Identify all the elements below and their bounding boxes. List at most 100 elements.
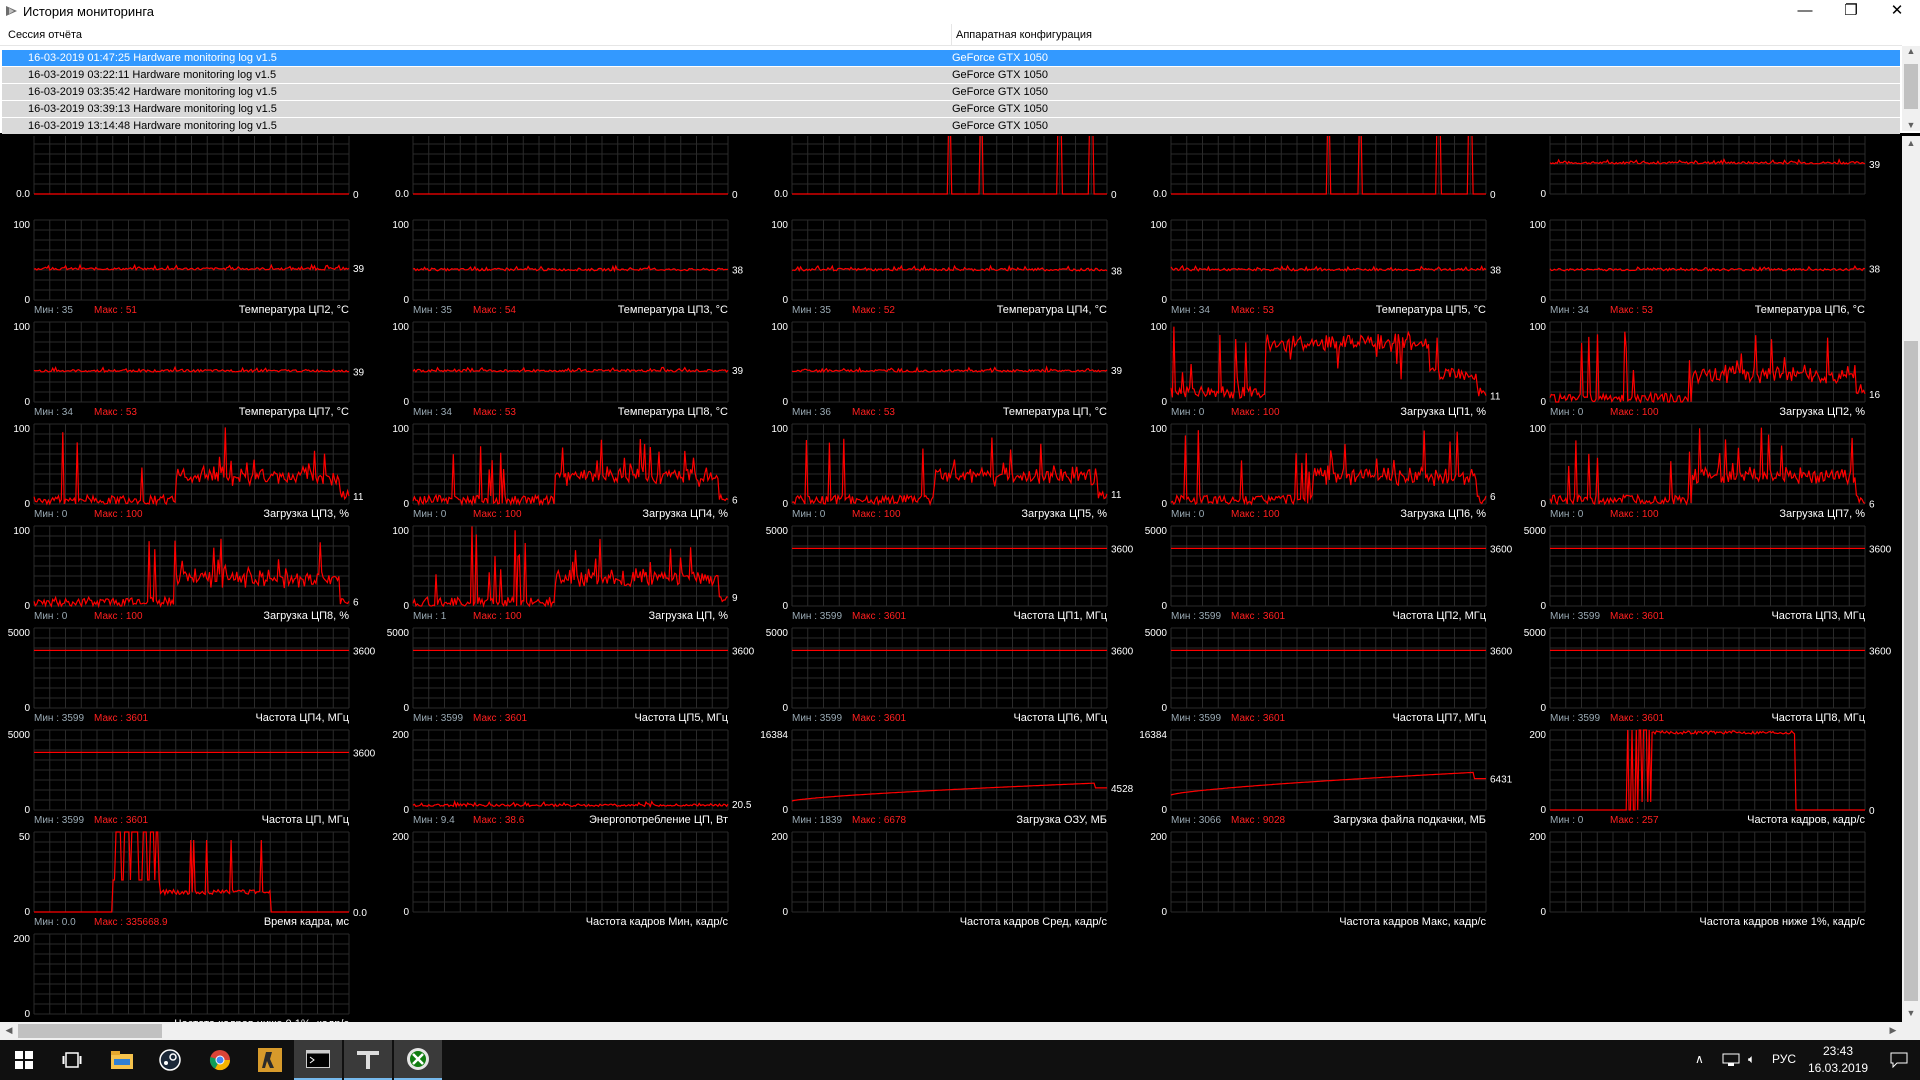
current-value-label: 6431 [1490,775,1513,786]
session-row[interactable]: 16-03-2019 03:22:11 Hardware monitoring … [2,67,1900,83]
notifications-icon[interactable] [1890,1052,1908,1068]
y-axis-top-label: 200 [1150,832,1167,843]
steam-icon[interactable] [146,1040,194,1080]
close-button[interactable]: ✕ [1874,0,1920,22]
scroll-thumb[interactable] [18,1024,162,1038]
session-row[interactable]: 16-03-2019 03:39:13 Hardware monitoring … [2,101,1900,117]
y-axis-top-label: 100 [392,526,409,537]
current-value-label: 3600 [732,646,755,657]
y-axis-bottom-label: 0.0 [16,189,30,200]
y-axis-bottom-label: 0 [1161,397,1167,408]
current-value-label: 6 [732,495,738,506]
graphs-vertical-scrollbar[interactable]: ▲ ▼ [1902,136,1920,1022]
session-row[interactable]: 16-03-2019 01:47:25 Hardware monitoring … [2,50,1900,66]
chrome-icon[interactable] [196,1040,244,1080]
max-label: Макс [852,509,876,520]
graphs-horizontal-scrollbar[interactable]: ◀ ▶ [0,1022,1902,1040]
current-value-label: 0.0 [353,908,367,919]
graph-title: Частота ЦП6, МГц [1013,712,1107,724]
y-axis-bottom-label: 0 [782,601,788,612]
clock[interactable]: 23:43 16.03.2019 [1808,1043,1868,1077]
terminal-icon[interactable] [294,1040,342,1080]
file-explorer-icon[interactable] [98,1040,146,1080]
max-value-label: Макс : 3601 [852,713,907,724]
y-axis-top-label: 200 [392,730,409,741]
max-value-label: Макс : 3601 [1231,713,1286,724]
current-value-label: 6 [1490,492,1496,503]
min-value-label: Мин : 0 [34,509,68,520]
min-value: 34 [1199,305,1211,316]
tool-icon[interactable] [344,1040,392,1080]
y-axis-top-label: 200 [13,934,30,945]
max-label: Макс [1610,713,1634,724]
start-icon[interactable] [0,1040,48,1080]
scroll-down-icon[interactable]: ▼ [1902,1008,1920,1018]
min-value-label: Мин : 36 [792,407,831,418]
graph-title: Температура ЦП7, °C [239,406,349,418]
scroll-left-icon[interactable]: ◀ [0,1025,18,1036]
y-axis-top-label: 16384 [760,730,788,741]
min-label: Мин [792,815,811,826]
graph-title: Частота ЦП3, МГц [1771,610,1865,622]
graph-title: Частота кадров Сред, кадр/с [960,916,1108,928]
scroll-right-icon[interactable]: ▶ [1884,1025,1902,1036]
cs-go-icon[interactable] [246,1040,294,1080]
graph-title: Загрузка ЦП3, % [263,508,349,520]
xbox-icon[interactable] [394,1040,442,1080]
session-list-scrollbar[interactable]: ▲ ▼ [1902,46,1920,131]
column-header-session[interactable]: Сессия отчёта [8,29,82,41]
graph-title: Частота ЦП8, МГц [1771,712,1865,724]
y-axis-bottom-label: 0 [24,499,30,510]
max-value: 9028 [1263,815,1286,826]
maximize-button[interactable]: ❐ [1828,0,1874,22]
y-axis-top-label: 100 [13,526,30,537]
network-icon[interactable] [1722,1053,1740,1067]
scroll-up-icon[interactable]: ▲ [1902,138,1920,148]
session-config: GeForce GTX 1050 [952,120,1048,132]
max-value-label: Макс : 38.6 [473,815,525,826]
min-value: 34 [441,407,453,418]
y-axis-bottom-label: 0 [24,601,30,612]
min-value: 3599 [62,713,85,724]
min-value-label: Мин : 3599 [1171,611,1221,622]
max-value: 100 [505,611,522,622]
scroll-thumb[interactable] [1904,64,1918,109]
max-value: 100 [1642,407,1659,418]
show-hidden-icons-icon[interactable]: ∧ [1695,1052,1704,1066]
minimize-button[interactable]: — [1782,0,1828,22]
scroll-up-icon[interactable]: ▲ [1902,46,1920,56]
session-row[interactable]: 16-03-2019 03:35:42 Hardware monitoring … [2,84,1900,100]
y-axis-bottom-label: 0 [1540,499,1546,510]
volume-icon[interactable]: 🔈︎ [1748,1052,1755,1067]
y-axis-bottom-label: 0 [403,601,409,612]
min-value: 0 [1578,509,1584,520]
task-view-icon[interactable] [48,1040,96,1080]
min-label: Мин [1550,611,1569,622]
max-value-label: Макс : 3601 [1231,611,1286,622]
min-value-label: Мин : 34 [34,407,73,418]
current-value-label: 6 [1869,499,1875,510]
max-value: 53 [1642,305,1654,316]
session-row[interactable]: 16-03-2019 13:14:48 Hardware monitoring … [2,118,1900,134]
language-indicator[interactable]: РУС [1772,1052,1796,1066]
min-value: 34 [62,407,74,418]
y-axis-bottom-label: 0 [782,397,788,408]
scroll-down-icon[interactable]: ▼ [1902,120,1920,130]
current-value-label: 38 [1111,267,1123,278]
max-value-label: Макс : 53 [473,407,516,418]
max-label: Макс [1231,611,1255,622]
max-value-label: Макс : 100 [852,509,901,520]
column-header-config[interactable]: Аппаратная конфигурация [956,29,1092,41]
max-value: 3601 [126,815,149,826]
max-label: Макс [94,611,118,622]
scroll-thumb[interactable] [1904,341,1918,1001]
min-value: 0 [1578,407,1584,418]
max-value-label: Макс : 100 [1610,407,1659,418]
y-axis-bottom-label: 0 [1540,601,1546,612]
current-value-label: 39 [732,366,744,377]
max-label: Макс [94,407,118,418]
y-axis-top-label: 5000 [766,526,789,537]
max-value: 53 [884,407,896,418]
graph-title: Частота ЦП7, МГц [1392,712,1486,724]
min-value-label: Мин : 0 [413,509,447,520]
